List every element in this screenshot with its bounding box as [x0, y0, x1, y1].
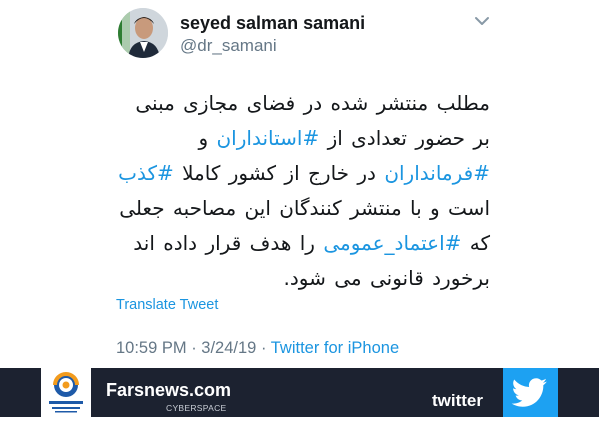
tweet-metadata: 10:59 PM · 3/24/19 · Twitter for iPhone	[116, 339, 399, 358]
hashtag-link[interactable]: #فرمانداران	[384, 161, 490, 185]
meta-separator: ·	[186, 339, 202, 357]
site-name: Farsnews.com	[106, 380, 232, 400]
hashtag-link[interactable]: #اعتماد_عمومی	[323, 231, 461, 255]
chevron-down-icon[interactable]	[474, 14, 490, 26]
fars-news-agency-logo-icon	[41, 368, 91, 417]
translate-tweet-link[interactable]: Translate Tweet	[116, 297, 218, 313]
twitter-bird-icon	[503, 368, 558, 417]
author-name[interactable]: seyed salman samani	[180, 13, 365, 34]
tweet-time[interactable]: 10:59 PM	[116, 339, 187, 357]
tweet-date[interactable]: 3/24/19	[201, 339, 256, 357]
author-handle[interactable]: @dr_samani	[180, 36, 277, 56]
author-avatar[interactable]	[118, 8, 168, 58]
hashtag-link[interactable]: #کذب	[118, 161, 174, 185]
tweet-card: seyed salman samani @dr_samani مطلب منتش…	[0, 0, 599, 368]
section-label: CYBERSPACE	[166, 403, 227, 413]
tweet-text-part: در خارج از کشور کاملا	[173, 161, 385, 185]
hashtag-link[interactable]: #استانداران	[216, 126, 319, 150]
tweet-text: مطلب منتشر شده در فضای مجازی مبنی بر حضو…	[112, 86, 490, 296]
tweet-source-link[interactable]: Twitter for iPhone	[271, 339, 399, 357]
avatar-photo	[118, 8, 168, 58]
meta-separator: ·	[256, 339, 271, 357]
platform-label: twitter	[432, 391, 483, 410]
tweet-text-part: و	[198, 126, 217, 150]
